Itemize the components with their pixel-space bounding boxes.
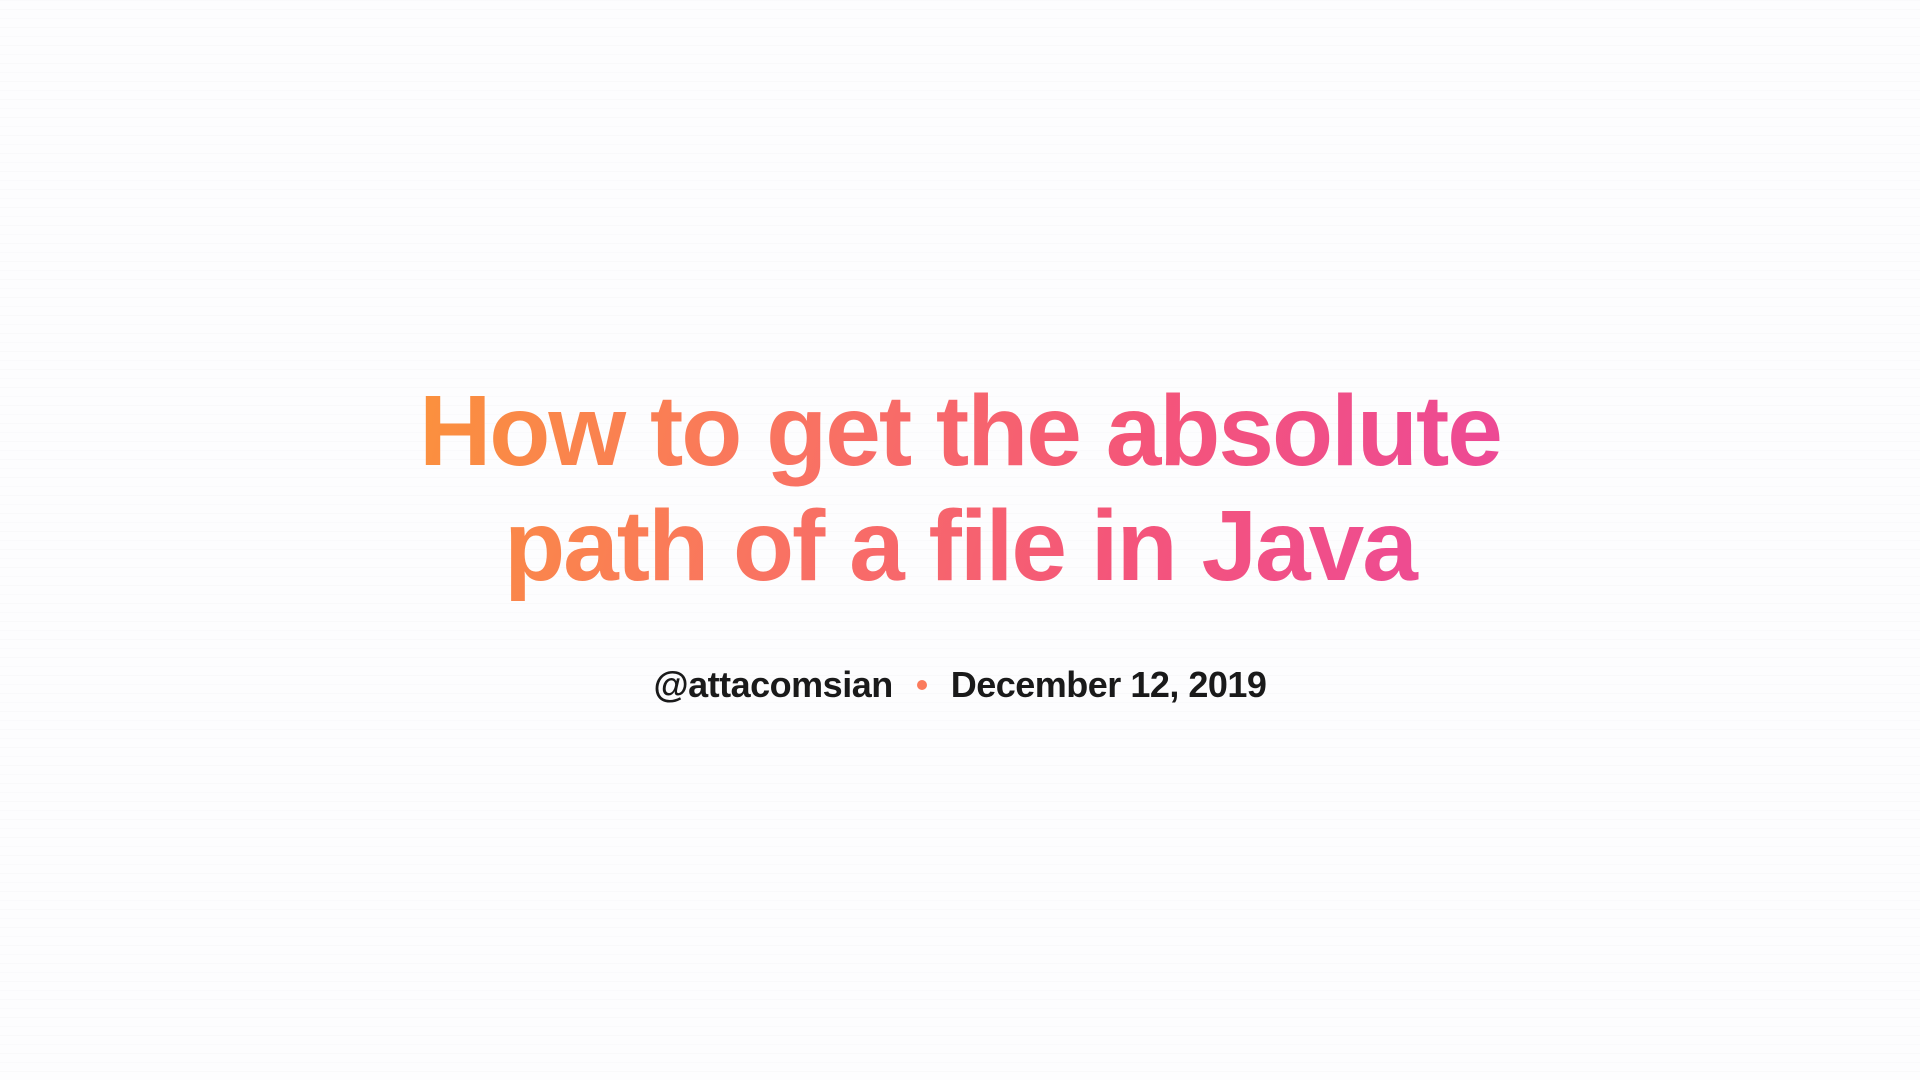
article-card: How to get the absolute path of a file i… [410,374,1510,706]
article-meta: @attacomsian December 12, 2019 [654,664,1267,706]
article-date: December 12, 2019 [951,664,1267,706]
author-handle: @attacomsian [654,664,893,706]
article-title: How to get the absolute path of a file i… [410,374,1510,604]
separator-dot-icon [917,680,927,690]
